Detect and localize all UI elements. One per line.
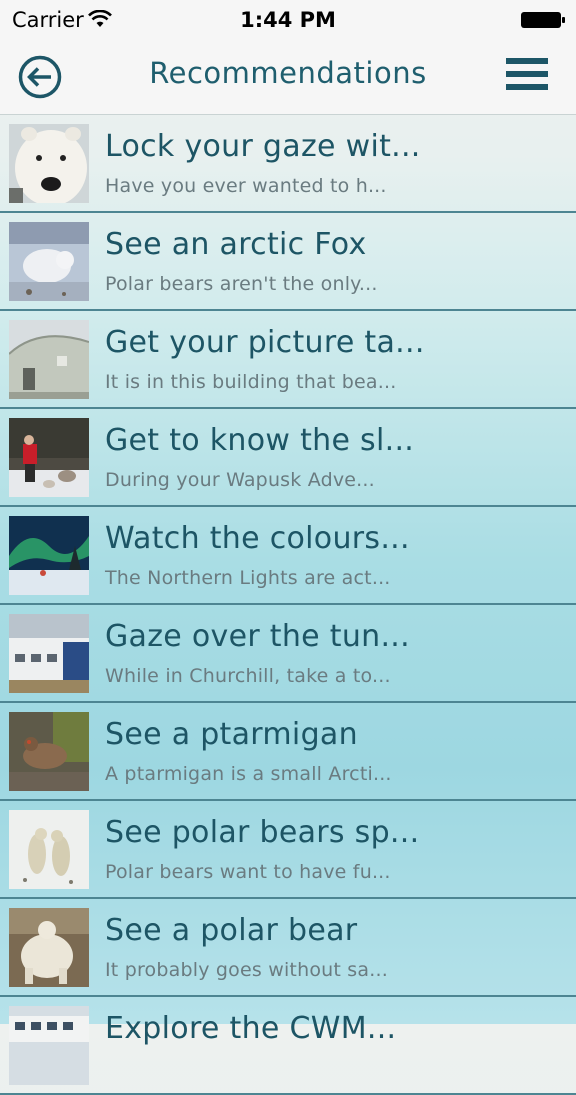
item-title: See a ptarmigan xyxy=(105,717,358,752)
list-item[interactable]: See an arctic Fox Polar bears aren't the… xyxy=(0,213,576,311)
item-subtitle: Polar bears aren't the only... xyxy=(105,273,378,295)
item-title: See an arctic Fox xyxy=(105,227,367,262)
list-item[interactable]: Lock your gaze wit... Have you ever want… xyxy=(0,115,576,213)
item-title: Get to know the sl... xyxy=(105,423,415,458)
polar-bear-face-thumbnail xyxy=(9,124,89,203)
tundra-buggy-thumbnail xyxy=(9,1006,89,1085)
item-subtitle: It probably goes without sa... xyxy=(105,959,388,981)
item-subtitle: Have you ever wanted to h... xyxy=(105,175,387,197)
item-title: Watch the colours... xyxy=(105,521,410,556)
list-item[interactable]: Explore the CWM... xyxy=(0,997,576,1095)
list-item[interactable]: Gaze over the tun... While in Churchill,… xyxy=(0,605,576,703)
polar-bear-thumbnail xyxy=(9,908,89,987)
list-item[interactable]: See polar bears sp... Polar bears want t… xyxy=(0,801,576,899)
item-subtitle: During your Wapusk Adve... xyxy=(105,469,375,491)
quonset-building-thumbnail xyxy=(9,320,89,399)
item-subtitle: While in Churchill, take a to... xyxy=(105,665,391,687)
item-title: Gaze over the tun... xyxy=(105,619,410,654)
item-title: Lock your gaze wit... xyxy=(105,129,421,164)
list-item[interactable]: Get to know the sl... During your Wapusk… xyxy=(0,409,576,507)
menu-button[interactable] xyxy=(506,58,550,94)
item-title: Get your picture ta... xyxy=(105,325,425,360)
item-subtitle: A ptarmigan is a small Arcti... xyxy=(105,763,392,785)
status-bar: Carrier 1:44 PM xyxy=(0,0,576,40)
sparring-bears-thumbnail xyxy=(9,810,89,889)
list-item[interactable]: Get your picture ta... It is in this bui… xyxy=(0,311,576,409)
item-subtitle: Polar bears want to have fu... xyxy=(105,861,391,883)
sled-dogs-thumbnail xyxy=(9,418,89,497)
navigation-bar: Recommendations xyxy=(0,40,576,115)
battery-icon xyxy=(520,11,566,33)
list-item[interactable]: Watch the colours... The Northern Lights… xyxy=(0,507,576,605)
item-subtitle: It is in this building that bea... xyxy=(105,371,397,393)
page-title: Recommendations xyxy=(149,56,427,90)
item-title: See a polar bear xyxy=(105,913,358,948)
item-title: Explore the CWM... xyxy=(105,1011,397,1046)
northern-lights-thumbnail xyxy=(9,516,89,595)
recommendations-list: Lock your gaze wit... Have you ever want… xyxy=(0,115,576,1095)
item-subtitle: The Northern Lights are act... xyxy=(105,567,391,589)
ptarmigan-thumbnail xyxy=(9,712,89,791)
arctic-fox-thumbnail xyxy=(9,222,89,301)
item-title: See polar bears sp... xyxy=(105,815,420,850)
list-item[interactable]: See a ptarmigan A ptarmigan is a small A… xyxy=(0,703,576,801)
list-item[interactable]: See a polar bear It probably goes withou… xyxy=(0,899,576,997)
status-time: 1:44 PM xyxy=(240,8,336,32)
tundra-building-thumbnail xyxy=(9,614,89,693)
